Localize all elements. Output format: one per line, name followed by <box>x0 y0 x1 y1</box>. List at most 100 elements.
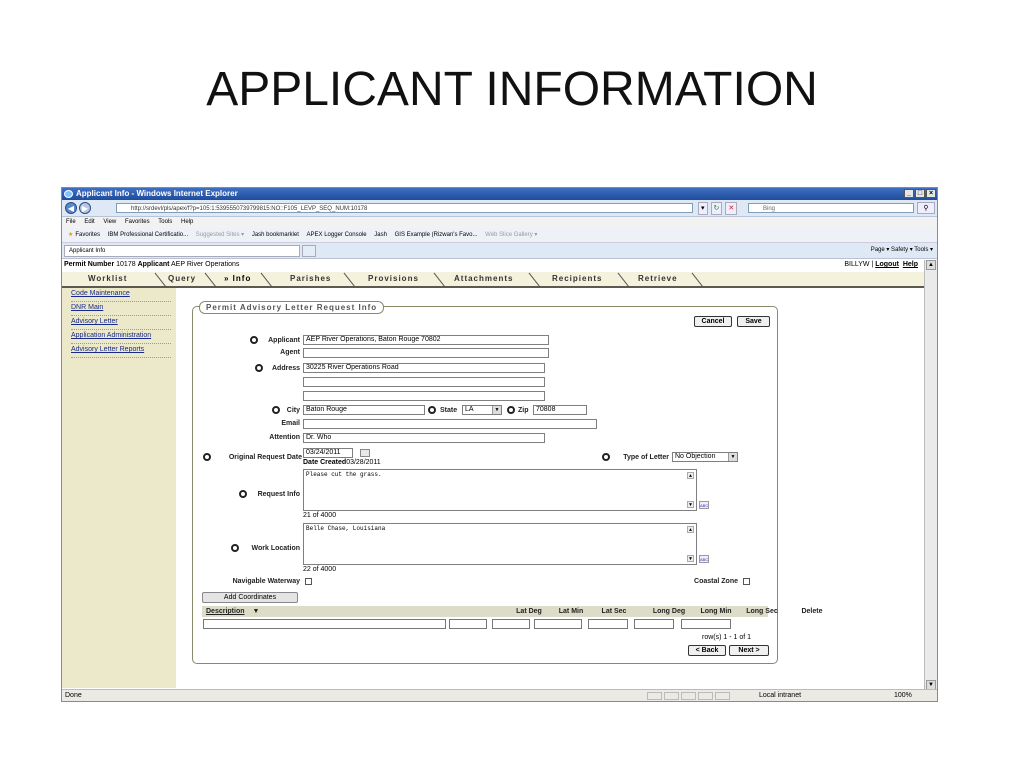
address-line2-field[interactable] <box>303 377 545 387</box>
tab-info[interactable]: » Info <box>224 272 251 286</box>
city-field[interactable]: Baton Rouge <box>303 405 425 415</box>
email-field[interactable] <box>303 419 597 429</box>
save-button[interactable]: Save <box>737 316 770 327</box>
minimize-icon[interactable]: _ <box>904 189 914 198</box>
address-line1-field[interactable]: 30225 River Operations Road <box>303 363 545 373</box>
address-line3-field[interactable] <box>303 391 545 401</box>
browser-window: Applicant Info - Windows Internet Explor… <box>61 187 938 702</box>
attention-field[interactable]: Dr. Who <box>303 433 545 443</box>
spellcheck-icon[interactable]: ABC <box>699 555 709 563</box>
browser-tab[interactable]: Applicant Info <box>64 245 300 257</box>
applicant-label: Applicant <box>137 261 170 268</box>
state-select[interactable]: LA ▼ <box>462 405 502 415</box>
long-sec-cell-input[interactable] <box>681 619 731 629</box>
back-button[interactable]: < Back <box>688 645 726 656</box>
page-scrollbar[interactable]: ▲ ▼ <box>924 260 937 690</box>
logout-link[interactable]: Logout <box>875 261 899 268</box>
spellcheck-icon[interactable]: ABC <box>699 501 709 509</box>
stop-icon[interactable]: ✕ <box>725 202 738 215</box>
cancel-button[interactable]: Cancel <box>694 316 732 327</box>
agent-field[interactable] <box>303 348 549 358</box>
tab-worklist[interactable]: Worklist <box>88 272 127 286</box>
tab-parishes[interactable]: Parishes <box>290 272 331 286</box>
favorite-link[interactable]: GIS Example (Rizwan's Favo... <box>395 232 478 238</box>
col-lat-min: Lat Min <box>558 608 584 615</box>
scroll-up-icon[interactable]: ▲ <box>926 260 936 270</box>
next-button[interactable]: Next > <box>729 645 769 656</box>
type-of-letter-radio[interactable] <box>602 453 610 461</box>
favorite-link[interactable]: Jash bookmarklet <box>252 232 299 238</box>
forward-arrow-icon[interactable]: ▶ <box>79 202 91 214</box>
menu-favorites[interactable]: Favorites <box>125 219 150 225</box>
tab-retrieve[interactable]: Retrieve <box>638 272 678 286</box>
tab-recipients[interactable]: Recipients <box>552 272 602 286</box>
sidebar-item-application-administration[interactable]: Application Administration <box>71 330 171 344</box>
tab-query[interactable]: Query <box>168 272 196 286</box>
work-location-textarea[interactable]: Belle Chase, Louisiana ▲ ▼ <box>303 523 697 565</box>
scroll-down-icon[interactable]: ▼ <box>687 501 694 508</box>
menu-view[interactable]: View <box>103 219 116 225</box>
new-tab-button[interactable] <box>302 245 316 257</box>
search-input[interactable]: Bing <box>748 203 914 213</box>
favorite-link[interactable]: Suggested Sites ▾ <box>196 232 244 238</box>
refresh-icon[interactable]: ↻ <box>710 202 723 215</box>
form-legend: Permit Advisory Letter Request Info <box>199 301 385 314</box>
close-icon[interactable]: × <box>926 189 936 198</box>
back-arrow-icon[interactable]: ◀ <box>65 202 77 214</box>
coastal-zone-checkbox[interactable] <box>743 578 750 585</box>
status-text: Done <box>65 692 82 699</box>
lat-sec-cell-input[interactable] <box>534 619 582 629</box>
zip-radio[interactable] <box>507 406 515 414</box>
request-info-textarea[interactable]: Please cut the grass. ▲ ▼ <box>303 469 697 511</box>
original-request-date-radio[interactable] <box>203 453 211 461</box>
calendar-icon[interactable] <box>360 449 370 457</box>
scroll-up-icon[interactable]: ▲ <box>687 472 694 479</box>
tab-provisions[interactable]: Provisions <box>368 272 419 286</box>
original-request-date-field[interactable]: 03/24/2011 <box>303 448 353 458</box>
sort-icon[interactable]: ▼ <box>252 606 260 617</box>
rows-info: row(s) 1 - 1 of 1 <box>702 634 752 641</box>
menu-file[interactable]: File <box>66 219 76 225</box>
slide-title: APPLICANT INFORMATION <box>206 63 818 116</box>
favorite-link[interactable]: Jash <box>374 232 387 238</box>
menu-edit[interactable]: Edit <box>84 219 94 225</box>
zoom-level[interactable]: 100% <box>894 690 912 701</box>
menu-tools[interactable]: Tools <box>158 219 172 225</box>
state-radio[interactable] <box>428 406 436 414</box>
menu-help[interactable]: Help <box>181 219 193 225</box>
command-bar[interactable]: Page ▾ Safety ▾ Tools ▾ <box>871 243 933 258</box>
sidebar-item-advisory-letter-reports[interactable]: Advisory Letter Reports <box>71 344 171 358</box>
favorites-star-icon[interactable]: ★ <box>68 232 73 238</box>
tab-attachments[interactable]: Attachments <box>454 272 513 286</box>
type-of-letter-select[interactable]: No Objection ▼ <box>672 452 738 462</box>
col-long-min: Long Min <box>700 608 732 615</box>
lat-min-cell-input[interactable] <box>492 619 530 629</box>
address-bar[interactable]: http://srdevl/pls/apex/f?p=105:1:5395550… <box>116 203 693 213</box>
maximize-icon[interactable]: □ <box>915 189 925 198</box>
chevron-down-icon: ▼ <box>492 406 501 414</box>
help-link[interactable]: Help <box>903 261 918 268</box>
navigable-waterway-checkbox[interactable] <box>305 578 312 585</box>
address-row: ◀ ▶ http://srdevl/pls/apex/f?p=105:1:539… <box>62 200 937 217</box>
favorite-link[interactable]: APEX Logger Console <box>307 232 367 238</box>
original-request-date-label: Original Request Date <box>228 454 302 461</box>
search-icon[interactable]: ⚲ <box>917 202 935 214</box>
favorites-bar: ★ Favorites IBM Professional Certificatio… <box>62 228 937 243</box>
sidebar-item-dnr-main[interactable]: DNR Main <box>71 302 171 316</box>
applicant-field[interactable]: AEP River Operations, Baton Rouge 70802 <box>303 335 549 345</box>
lat-deg-cell-input[interactable] <box>449 619 487 629</box>
scroll-down-icon[interactable]: ▼ <box>687 555 694 562</box>
description-cell-input[interactable] <box>203 619 446 629</box>
add-coordinates-button[interactable]: Add Coordinates <box>202 592 298 603</box>
long-deg-cell-input[interactable] <box>588 619 628 629</box>
sidebar-item-code-maintenance[interactable]: Code Maintenance <box>71 288 171 302</box>
dropdown-arrow-icon[interactable]: ▾ <box>698 202 708 215</box>
favorite-link[interactable]: Web Slice Gallery ▾ <box>485 232 537 238</box>
favorites-button[interactable]: Favorites <box>75 232 100 238</box>
favorite-link[interactable]: IBM Professional Certificatio... <box>108 232 188 238</box>
scroll-up-icon[interactable]: ▲ <box>687 526 694 533</box>
col-description[interactable]: Description <box>206 606 252 617</box>
long-min-cell-input[interactable] <box>634 619 674 629</box>
sidebar-item-advisory-letter[interactable]: Advisory Letter <box>71 316 171 330</box>
zip-field[interactable]: 70808 <box>533 405 587 415</box>
